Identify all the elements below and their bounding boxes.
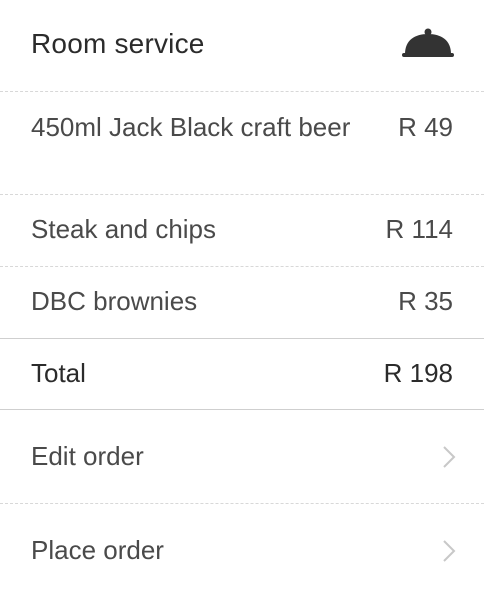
edit-order-label: Edit order bbox=[31, 441, 144, 471]
order-item-row: DBC brownies R 35 bbox=[0, 267, 484, 339]
total-label: Total bbox=[31, 358, 86, 388]
item-price: R 49 bbox=[398, 112, 453, 142]
order-item-row: 450ml Jack Black craft beer R 49 bbox=[0, 92, 484, 195]
edit-order-button[interactable]: Edit order bbox=[0, 410, 484, 504]
cloche-icon bbox=[402, 28, 454, 57]
chevron-right-icon bbox=[443, 540, 456, 562]
place-order-label: Place order bbox=[31, 535, 164, 565]
total-value: R 198 bbox=[383, 358, 453, 388]
total-row: Total R 198 bbox=[0, 339, 484, 410]
item-name: Steak and chips bbox=[31, 214, 217, 244]
item-price: R 114 bbox=[385, 214, 453, 244]
header: Room service bbox=[0, 0, 484, 92]
item-price: R 35 bbox=[398, 286, 453, 316]
item-name: 450ml Jack Black craft beer bbox=[31, 112, 351, 142]
order-item-row: Steak and chips R 114 bbox=[0, 195, 484, 267]
page-title: Room service bbox=[31, 28, 205, 59]
place-order-button[interactable]: Place order bbox=[0, 504, 484, 599]
chevron-right-icon bbox=[443, 446, 456, 468]
item-name: DBC brownies bbox=[31, 286, 198, 316]
